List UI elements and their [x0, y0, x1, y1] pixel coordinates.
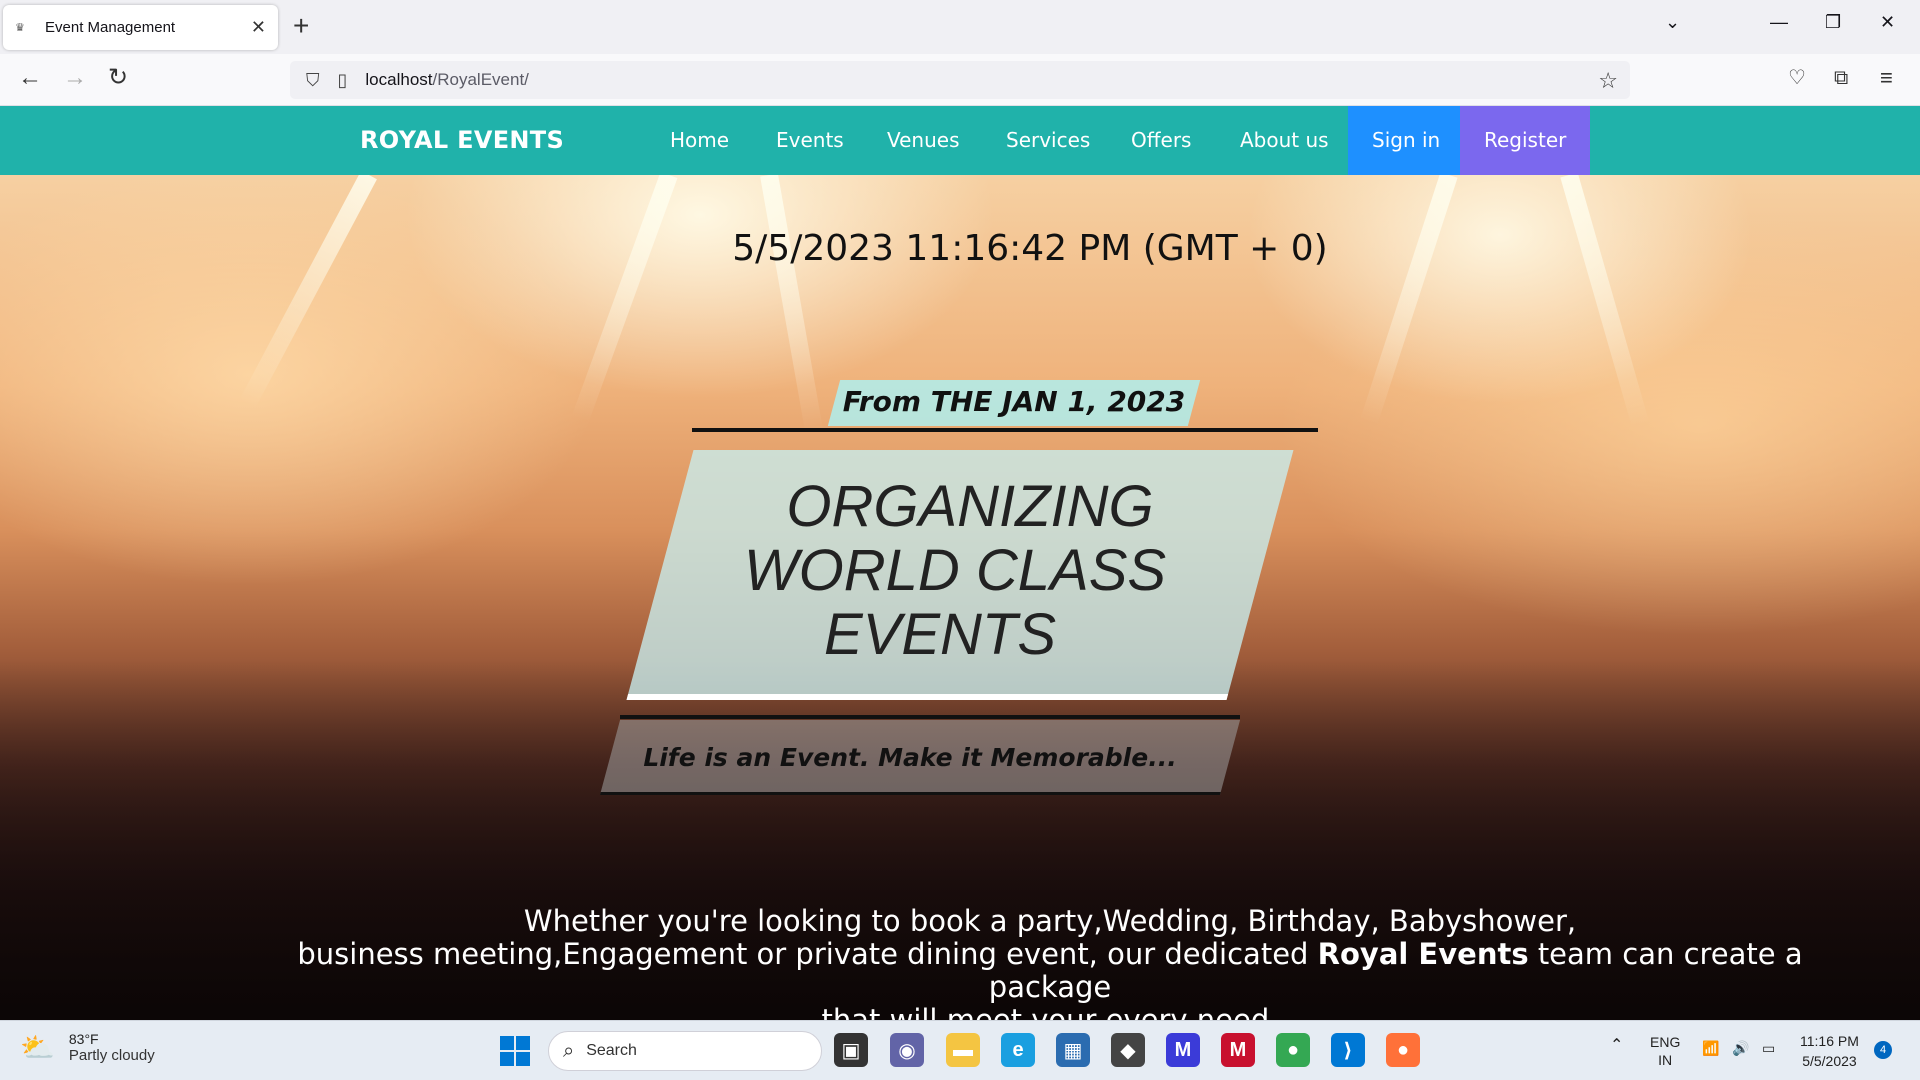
- desc-line-2-start: business meeting,Engagement or private d…: [297, 937, 1309, 971]
- app-icon[interactable]: ◆: [1111, 1033, 1145, 1067]
- hero-section: 5/5/2023 11:16:42 PM (GMT + 0) From THE …: [0, 175, 1920, 1020]
- notification-badge[interactable]: 4: [1874, 1041, 1892, 1059]
- stage-light-beam: [1360, 175, 1458, 426]
- divider-line: [692, 428, 1318, 432]
- register-button[interactable]: Register: [1460, 106, 1591, 175]
- weather-condition: Partly cloudy: [68, 1047, 155, 1064]
- site-logo[interactable]: ROYAL EVENTS: [360, 126, 564, 154]
- windows-start-icon[interactable]: [500, 1036, 530, 1066]
- tray-chevron-up-icon[interactable]: ⌃: [1610, 1037, 1623, 1055]
- chrome-icon[interactable]: ●: [1276, 1033, 1310, 1067]
- battery-icon[interactable]: ▭: [1762, 1039, 1775, 1057]
- tab-title: Event Management: [45, 19, 176, 36]
- new-tab-icon[interactable]: +: [293, 10, 309, 42]
- browser-tab[interactable]: ♛ Event Management ✕: [3, 5, 278, 50]
- headline-line-1: ORGANIZING: [786, 474, 1154, 539]
- menu-icon[interactable]: ≡: [1880, 67, 1893, 89]
- tab-close-icon[interactable]: ✕: [251, 17, 266, 38]
- clock-time: 11:16 PM: [1800, 1033, 1859, 1049]
- headline-line-3: EVENTS: [823, 602, 1057, 667]
- tab-list-chevron-icon[interactable]: ⌄: [1665, 12, 1680, 33]
- hero-description: Whether you're looking to book a party,W…: [240, 904, 1860, 1021]
- sign-in-button[interactable]: Sign in: [1348, 106, 1465, 175]
- browser-tab-bar: ♛ Event Management ✕ + ⌄ — ❐ ✕: [0, 0, 1920, 54]
- language-code: ENG: [1650, 1034, 1681, 1050]
- url-host: localhost: [365, 70, 433, 89]
- reload-icon[interactable]: ↻: [108, 66, 128, 90]
- edge-icon[interactable]: e: [1001, 1033, 1035, 1067]
- clock-date: 5/5/2023: [1802, 1053, 1857, 1069]
- mcafee-icon[interactable]: M: [1221, 1033, 1255, 1067]
- restore-icon[interactable]: ❐: [1825, 12, 1841, 33]
- desc-line-1: Whether you're looking to book a party,W…: [523, 904, 1577, 938]
- weather-widget[interactable]: ⛅ 83°F Partly cloudy: [20, 1031, 155, 1064]
- headline-line-2: WORLD CLASS: [743, 538, 1167, 603]
- chat-icon[interactable]: ◉: [890, 1033, 924, 1067]
- headline: ORGANIZING WORLD CLASS EVENTS: [690, 475, 1250, 667]
- stage-light-beam: [571, 175, 678, 423]
- desc-brand: Royal Events: [1317, 937, 1529, 971]
- taskbar-search-label: Search: [586, 1042, 637, 1059]
- taskbar-search[interactable]: ⌕ Search: [548, 1031, 822, 1071]
- shield-icon: ⛉: [306, 69, 320, 90]
- nav-about-us[interactable]: About us: [1240, 106, 1329, 175]
- browser-toolbar: ← → ↻ ⛉ ▯ localhost /RoyalEvent/ ☆ ♡ ⧉ ≡: [0, 54, 1920, 106]
- from-date-text: From THE JAN 1, 2023: [842, 385, 1186, 418]
- stage-light-beam: [1560, 175, 1650, 428]
- region-code: IN: [1658, 1052, 1673, 1068]
- firefox-icon[interactable]: ●: [1386, 1033, 1420, 1067]
- file-explorer-icon[interactable]: ▬: [946, 1033, 980, 1067]
- vscode-icon[interactable]: ⟩: [1331, 1033, 1365, 1067]
- weather-temp: 83°F: [68, 1031, 99, 1047]
- app-icon[interactable]: M: [1166, 1033, 1200, 1067]
- nav-home[interactable]: Home: [670, 106, 729, 175]
- nav-services[interactable]: Services: [1006, 106, 1090, 175]
- tab-favicon-icon: ♛: [15, 22, 25, 34]
- address-bar[interactable]: ⛉ ▯ localhost /RoyalEvent/ ☆: [290, 61, 1630, 99]
- minimize-icon[interactable]: —: [1770, 12, 1788, 33]
- wifi-icon[interactable]: 📶: [1702, 1039, 1719, 1057]
- desc-line-2: business meeting,Engagement or private d…: [240, 938, 1860, 1004]
- bookmark-star-icon[interactable]: ☆: [1598, 68, 1618, 94]
- volume-icon[interactable]: 🔊: [1732, 1039, 1749, 1057]
- back-icon[interactable]: ←: [18, 66, 42, 90]
- nav-venues[interactable]: Venues: [887, 106, 960, 175]
- system-clock[interactable]: 11:16 PM 5/5/2023: [1800, 1031, 1859, 1071]
- pocket-icon[interactable]: ♡: [1788, 68, 1806, 88]
- nav-offers[interactable]: Offers: [1131, 106, 1191, 175]
- partly-cloudy-icon: ⛅: [20, 1032, 55, 1063]
- window-close-icon[interactable]: ✕: [1880, 12, 1895, 33]
- desc-line-3: that will meet your every need.: [821, 1003, 1279, 1021]
- task-view-icon[interactable]: ▣: [834, 1033, 868, 1067]
- stage-light-beam: [760, 175, 824, 433]
- url-path: /RoyalEvent/: [432, 70, 529, 89]
- current-datetime: 5/5/2023 11:16:42 PM (GMT + 0): [732, 228, 1328, 269]
- extensions-icon[interactable]: ⧉: [1834, 68, 1848, 88]
- page-icon: ▯: [337, 69, 348, 90]
- forward-icon[interactable]: →: [63, 66, 87, 90]
- site-header: ROYAL EVENTS Home Events Venues Services…: [0, 106, 1920, 175]
- search-icon: ⌕: [563, 1039, 575, 1062]
- store-icon[interactable]: ▦: [1056, 1033, 1090, 1067]
- divider-line: [620, 715, 1240, 719]
- language-indicator[interactable]: ENG IN: [1650, 1033, 1680, 1069]
- stage-light-beam: [238, 175, 377, 409]
- tagline: Life is an Event. Make it Memorable...: [643, 743, 1177, 772]
- nav-events[interactable]: Events: [776, 106, 844, 175]
- windows-taskbar: ⛅ 83°F Partly cloudy ⌕ Search ▣ ◉ ▬ e ▦ …: [0, 1020, 1920, 1080]
